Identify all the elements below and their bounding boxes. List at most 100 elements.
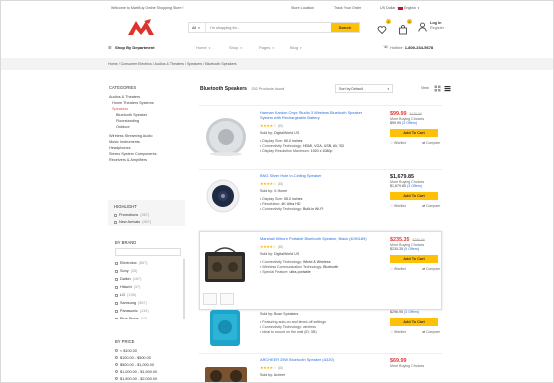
nav-item-home[interactable]: Home ▾ <box>196 45 210 50</box>
product-name-link[interactable]: Marshall Kilburn Portable Bluetooth Spea… <box>260 236 375 242</box>
checkbox[interactable] <box>115 261 118 265</box>
checkbox[interactable] <box>115 301 118 305</box>
checkbox[interactable] <box>115 309 118 313</box>
rating-count: (15) <box>277 365 283 370</box>
brand-filter-item[interactable]: Daikin (167) <box>115 275 183 283</box>
product-name-link[interactable]: ARCHEER 25W Bluetooth Speaker (A320) <box>260 357 375 363</box>
martkuy-logo[interactable] <box>127 18 155 36</box>
wishlist-link[interactable]: ♡ Wishlist <box>390 267 406 271</box>
brand-filter-item[interactable]: Panasonic (134) <box>115 307 183 315</box>
search-input[interactable] <box>206 23 331 32</box>
nav-item-blog[interactable]: Blog ▾ <box>290 45 302 50</box>
harman-kardon-speaker-image[interactable] <box>201 110 251 160</box>
brand-filter-item[interactable]: Samsung (567) <box>115 299 183 307</box>
spec-value: Ideal to mount on the wall (ID: 5B) <box>262 330 317 334</box>
search-button[interactable]: Search <box>331 23 359 32</box>
checkbox[interactable] <box>115 317 118 319</box>
cart-count-badge: 0 <box>407 19 412 24</box>
currency-select[interactable]: US Dollar▾ <box>380 6 399 10</box>
offer-price: $235.35 <box>390 247 403 251</box>
checkbox[interactable] <box>114 220 117 224</box>
radio[interactable] <box>115 356 118 359</box>
price-filter-item[interactable]: $1,500.00 - $2,000.00 <box>115 375 157 382</box>
wishlist-button[interactable]: 0 <box>377 19 391 35</box>
compare-link[interactable]: ⇄ Compare <box>422 141 440 145</box>
brand-filter-item[interactable]: Sony (35) <box>115 267 183 275</box>
radio[interactable] <box>115 370 118 373</box>
offers-link[interactable]: (3 Offers) <box>402 121 417 125</box>
welcome-text: Welcome to MartKuy Online Shopping Store… <box>111 6 184 10</box>
nav-item-shop[interactable]: Shop ▾ <box>229 45 242 50</box>
nav-item-label: Blog <box>290 45 299 50</box>
sort-select[interactable]: Sort by Default ▾ <box>335 84 393 93</box>
filter-new-arrivals[interactable]: New Arrivals (367) <box>114 220 179 224</box>
wishlist-link[interactable]: ♡ Wishlist <box>390 141 406 145</box>
price-filter-item[interactable]: $500.00 - $1,000.00 <box>115 361 157 368</box>
compare-link[interactable]: ⇄ Compare <box>422 267 440 271</box>
archeer-speaker-image[interactable] <box>204 365 248 383</box>
spec-key: Resolution: <box>262 201 281 206</box>
brand-count: (567) <box>138 301 147 305</box>
add-to-cart-button[interactable]: Add To Cart <box>390 129 438 137</box>
brand-list[interactable]: Electrolux (867) Sony (35) Daikin (167) Hitach… <box>115 259 185 319</box>
brand-label: LG <box>120 293 126 297</box>
sidebar-category-item[interactable]: Receivers & Amplifiers <box>109 157 189 163</box>
offers-link[interactable]: (5 Offers) <box>404 247 419 251</box>
price-heading: By Price <box>115 339 135 344</box>
hotline-number: 1-800-234-5678 <box>404 45 434 50</box>
bose-speaker-image[interactable] <box>207 310 243 348</box>
radio[interactable] <box>115 349 118 352</box>
rating-count: (15) <box>277 181 283 186</box>
price-filter-item[interactable]: $100.00 - $500.00 <box>115 354 157 361</box>
add-to-cart-button[interactable]: Add To Cart <box>390 318 438 326</box>
brand-filter-item[interactable]: LG (138) <box>115 291 183 299</box>
ceiling-speaker-image[interactable] <box>205 178 241 214</box>
nav-item-pages[interactable]: Pages ▾ <box>259 45 274 50</box>
compare-link[interactable]: ⇄ Compare <box>422 204 440 208</box>
list-view-icon[interactable] <box>444 85 451 92</box>
checkbox[interactable] <box>115 269 118 273</box>
thumbnail[interactable] <box>220 293 234 305</box>
grid-view-icon[interactable] <box>434 85 441 92</box>
breadcrumb[interactable]: Home / Consumer Electrics / Audios & The… <box>108 62 237 66</box>
offers-link[interactable]: (3 Offers) <box>407 184 422 188</box>
offers-link[interactable]: (3 Offers) <box>404 310 419 314</box>
wishlist-link[interactable]: ♡ Wishlist <box>390 204 406 208</box>
thumbnail[interactable] <box>203 293 217 305</box>
spec-value: 4K Ultra HD <box>281 201 301 206</box>
sidebar-category-item[interactable]: Outdoor <box>109 124 189 130</box>
cart-button[interactable]: 0 <box>398 19 412 35</box>
brand-filter-item[interactable]: Hitachi (37) <box>115 283 183 291</box>
track-order-link[interactable]: Track Your Order <box>334 6 361 10</box>
brand-filter-item[interactable]: Blue Stone (17) <box>115 315 183 319</box>
wishlist-link[interactable]: ♡ Wishlist <box>390 330 406 334</box>
spec-value: Connectivity Technology: wireless <box>262 325 316 329</box>
brand-filter-item[interactable]: Electrolux (867) <box>115 259 183 267</box>
checkbox[interactable] <box>115 293 118 297</box>
compare-link[interactable]: ⇄ Compare <box>422 330 440 334</box>
search-category-select[interactable]: All ▾ <box>189 23 206 32</box>
add-to-cart-button[interactable]: Add To Cart <box>390 255 438 263</box>
radio[interactable] <box>115 377 118 380</box>
checkbox[interactable] <box>114 213 117 217</box>
product-name-link[interactable]: BNG Silver Hole In-Ceiling Speaker <box>260 173 375 179</box>
radio[interactable] <box>115 363 118 366</box>
register-link[interactable]: Register <box>430 26 444 31</box>
add-to-cart-button[interactable]: Add To Cart <box>390 192 438 200</box>
checkbox[interactable] <box>115 285 118 289</box>
brand-search-input[interactable] <box>115 248 181 256</box>
marshall-speaker-image[interactable] <box>203 244 247 284</box>
price-filter-item[interactable]: $1,000.00 - $1,500.00 <box>115 368 157 375</box>
store-location-link[interactable]: Store Location <box>291 6 314 10</box>
price-label: $1,500.00 - $2,000.00 <box>120 376 158 381</box>
filter-promotions[interactable]: Promotions (367) <box>114 213 179 217</box>
product-info: Marshall Kilburn Portable Bluetooth Spea… <box>260 236 375 275</box>
language-select[interactable]: English ▾ <box>398 6 419 10</box>
price-filter-item[interactable]: < $100.00 <box>115 347 157 354</box>
product-name-link[interactable]: Harman Kardon Onyx Studio 3 Wireless Blu… <box>260 110 375 121</box>
checkbox[interactable] <box>115 277 118 281</box>
filter-label: Promotions <box>119 213 139 217</box>
brand-count: (167) <box>132 277 142 281</box>
shop-by-department-button[interactable]: Shop By Department <box>115 45 155 50</box>
chevron-down-icon: ▾ <box>387 87 389 91</box>
